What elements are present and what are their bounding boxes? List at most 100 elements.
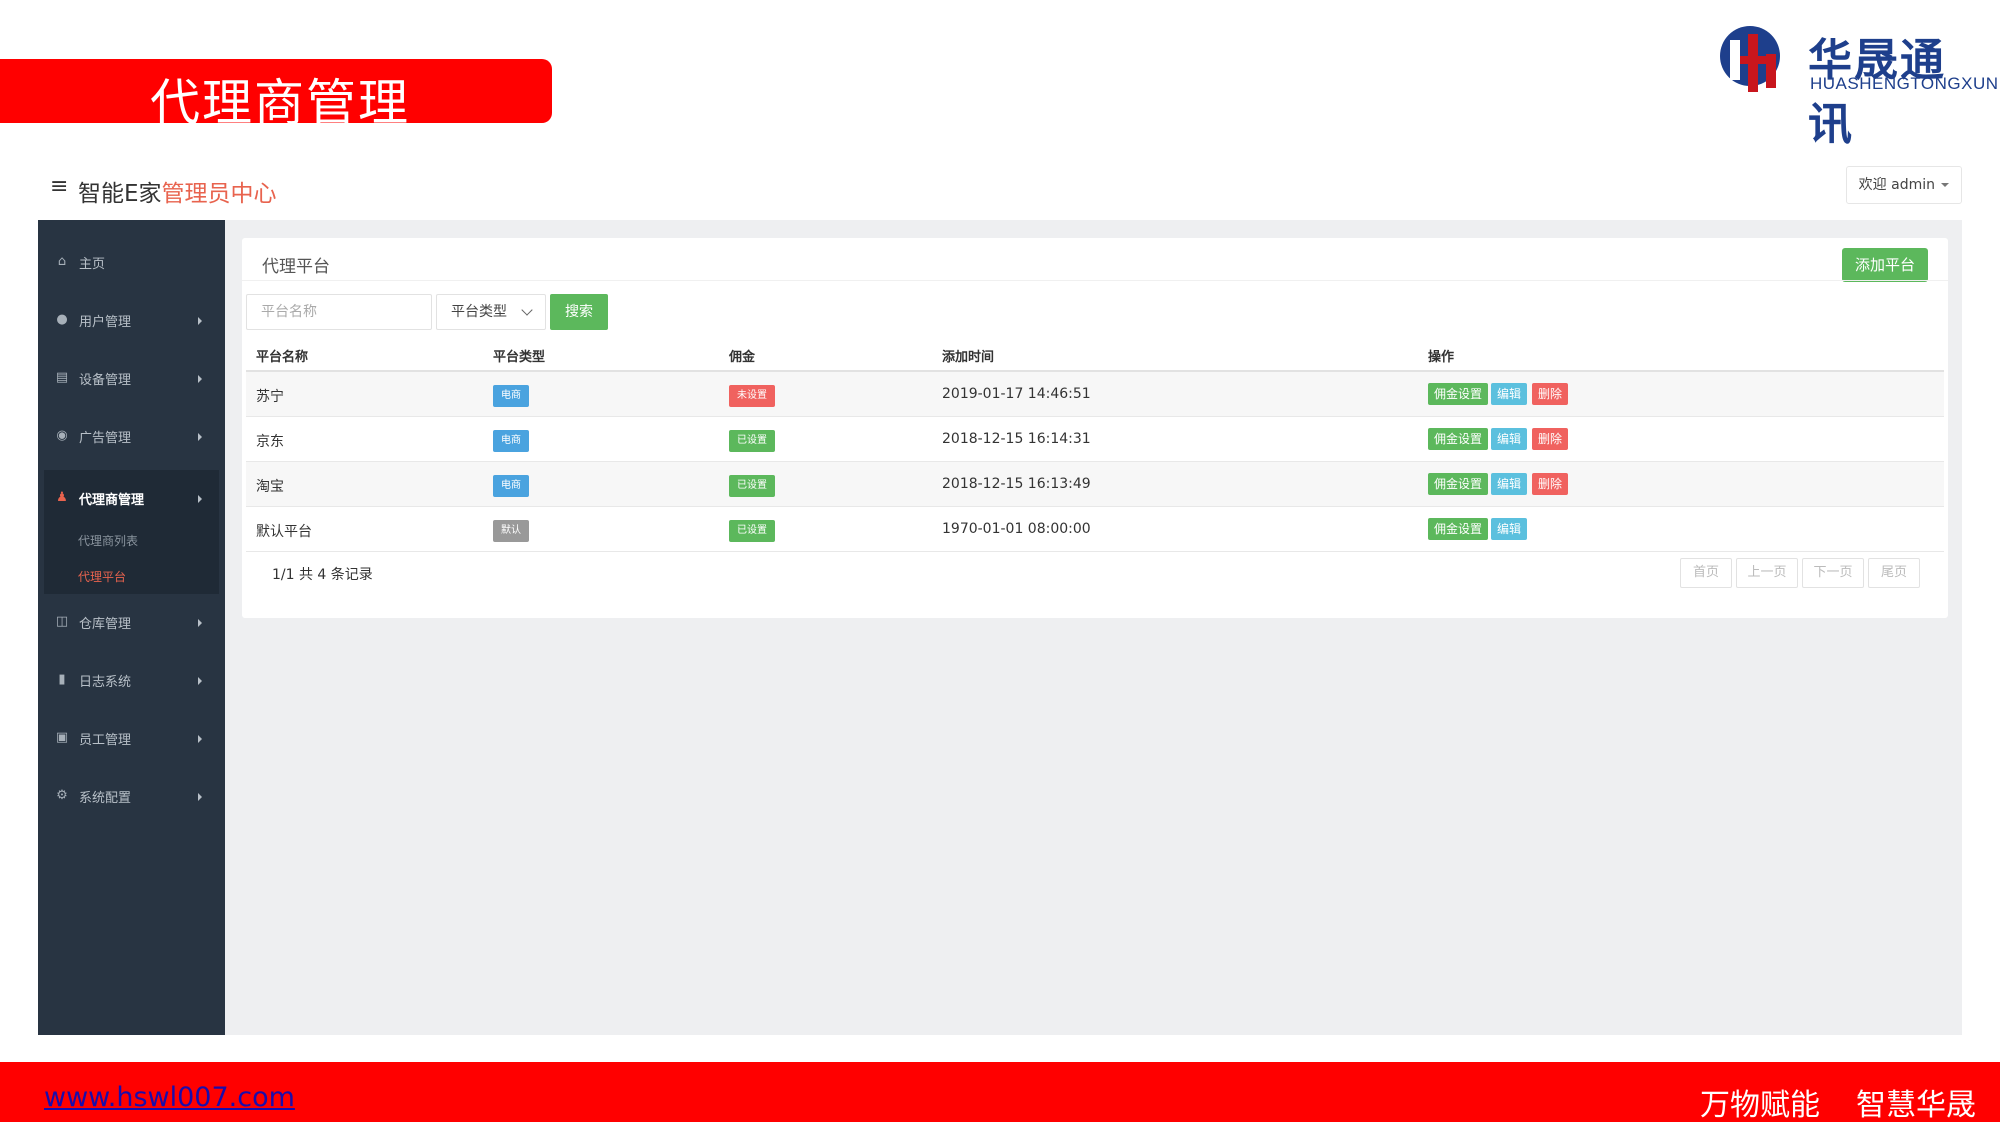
commission-settings-button[interactable]: 佣金设置: [1428, 428, 1489, 450]
platform-type-badge: 电商: [493, 385, 529, 407]
platform-name: 苏宁: [256, 389, 284, 405]
brand-main: 智能E家: [78, 181, 162, 207]
chevron-right-icon: [198, 619, 202, 627]
sidebar-item-warehouse[interactable]: ◫ 仓库管理: [38, 594, 225, 652]
device-icon: ▤: [55, 370, 69, 385]
chevron-right-icon: [198, 375, 202, 383]
platform-name: 京东: [256, 434, 284, 450]
platform-table: 平台名称 平台类型 佣金 添加时间 操作 苏宁 电商 未设置 2019-01-1…: [246, 338, 1944, 552]
sidebar-item-devices[interactable]: ▤ 设备管理: [38, 350, 225, 408]
commission-status-badge: 未设置: [729, 385, 775, 407]
user-label: 欢迎 admin: [1858, 177, 1935, 193]
record-count: 1/1 共 4 条记录: [272, 567, 373, 583]
platform-type-badge: 默认: [493, 520, 529, 542]
sidebar-item-label: 仓库管理: [79, 617, 132, 632]
slide-title-banner: 代理商管理: [0, 59, 552, 132]
delete-button[interactable]: 删除: [1532, 383, 1569, 405]
sidebar-item-staff[interactable]: ▣ 员工管理: [38, 710, 225, 768]
chevron-right-icon: [198, 677, 202, 685]
chevron-down-icon: [521, 304, 533, 316]
caret-down-icon: [1941, 183, 1949, 187]
sidebar-item-ads[interactable]: ◉ 广告管理: [38, 408, 225, 466]
id-card-icon: ▣: [55, 730, 69, 745]
add-platform-button[interactable]: 添加平台: [1842, 248, 1928, 282]
sidebar: ⌂ 主页 ● 用户管理 ▤ 设备管理 ◉ 广告管理 ♟ 代理商管理 代理商列表 …: [38, 220, 225, 1035]
dashboard-icon: ◉: [56, 428, 68, 443]
gear-icon: ⚙: [56, 788, 68, 803]
sidebar-item-label: 日志系统: [79, 675, 132, 690]
next-page-button[interactable]: 下一页: [1802, 558, 1864, 588]
sidebar-item-settings[interactable]: ⚙ 系统配置: [38, 768, 225, 826]
sidebar-item-users[interactable]: ● 用户管理: [38, 292, 225, 350]
sidebar-item-logs[interactable]: ▮ 日志系统: [38, 652, 225, 710]
edit-button[interactable]: 编辑: [1491, 518, 1528, 540]
sidebar-item-label: 系统配置: [79, 791, 132, 806]
added-time: 2018-12-15 16:13:49: [942, 476, 1091, 492]
users-icon: ♟: [56, 490, 68, 505]
slogan-right: 智慧华晟: [1856, 1088, 1976, 1123]
table-row: 淘宝 电商 已设置 2018-12-15 16:13:49 佣金设置 编辑 删除: [246, 462, 1944, 507]
menu-toggle-icon[interactable]: ≡: [50, 174, 68, 199]
sidebar-item-label: 代理商管理: [79, 493, 145, 508]
added-time: 1970-01-01 08:00:00: [942, 521, 1091, 537]
edit-button[interactable]: 编辑: [1491, 473, 1528, 495]
column-header-commission: 佣金: [729, 350, 756, 365]
column-header-type: 平台类型: [493, 350, 546, 365]
platform-name: 默认平台: [256, 524, 312, 540]
chevron-right-icon: [198, 317, 202, 325]
prev-page-button[interactable]: 上一页: [1736, 558, 1798, 588]
edit-button[interactable]: 编辑: [1491, 428, 1528, 450]
brand-accent: 管理员中心: [161, 181, 277, 207]
column-header-name: 平台名称: [256, 350, 309, 365]
home-icon: ⌂: [57, 254, 67, 269]
platform-type-badge: 电商: [493, 430, 529, 452]
panel-title: 代理平台: [262, 257, 330, 277]
sidebar-item-label: 广告管理: [79, 431, 132, 446]
columns-icon: ◫: [55, 614, 69, 629]
logo-english-text: HUASHENGTONGXUN: [1810, 74, 1999, 93]
table-footer: 1/1 共 4 条记录 首页 上一页 下一页 尾页: [246, 554, 1944, 594]
sidebar-item-label: 员工管理: [79, 733, 132, 748]
sidebar-subitem-agent-platform[interactable]: 代理平台: [78, 568, 126, 585]
chevron-right-icon: [198, 793, 202, 801]
sidebar-subitem-agent-list[interactable]: 代理商列表: [78, 532, 138, 549]
website-link[interactable]: www.hswl007.com: [44, 1082, 295, 1113]
sidebar-item-label: 设备管理: [79, 373, 132, 388]
bottom-banner: www.hswl007.com 万物赋能 智慧华晟: [0, 1062, 2000, 1125]
delete-button[interactable]: 删除: [1532, 428, 1569, 450]
app-header: ≡ 智能E家管理员中心 欢迎 admin: [38, 160, 1962, 220]
chevron-right-icon: [198, 735, 202, 743]
sidebar-item-label: 用户管理: [79, 315, 132, 330]
panel-divider: [242, 280, 1948, 281]
edit-button[interactable]: 编辑: [1491, 383, 1528, 405]
added-time: 2018-12-15 16:14:31: [942, 431, 1091, 447]
commission-settings-button[interactable]: 佣金设置: [1428, 473, 1489, 495]
platform-type-select[interactable]: 平台类型: [436, 294, 546, 330]
delete-button[interactable]: 删除: [1532, 473, 1569, 495]
logo-mark-icon: [1720, 26, 1780, 92]
commission-settings-button[interactable]: 佣金设置: [1428, 518, 1489, 540]
sidebar-item-home[interactable]: ⌂ 主页: [38, 234, 225, 292]
last-page-button[interactable]: 尾页: [1868, 558, 1920, 588]
search-button[interactable]: 搜索: [550, 294, 608, 330]
chevron-right-icon: [198, 433, 202, 441]
brand-title: 智能E家管理员中心: [78, 174, 277, 208]
platform-name: 淘宝: [256, 479, 284, 495]
platform-panel: 代理平台 添加平台 平台名称 平台类型 搜索 平台名称 平台类型 佣金 添加时间…: [242, 238, 1948, 618]
user-icon: ●: [56, 312, 68, 327]
sidebar-item-agents[interactable]: ♟ 代理商管理: [38, 470, 225, 528]
book-icon: ▮: [58, 672, 66, 687]
commission-status-badge: 已设置: [729, 430, 775, 452]
platform-type-select-label: 平台类型: [451, 304, 507, 320]
first-page-button[interactable]: 首页: [1680, 558, 1732, 588]
added-time: 2019-01-17 14:46:51: [942, 386, 1091, 402]
platform-name-input[interactable]: 平台名称: [246, 294, 432, 330]
user-dropdown[interactable]: 欢迎 admin: [1845, 166, 1962, 204]
column-header-time: 添加时间: [942, 350, 995, 365]
sidebar-group-agents: ♟ 代理商管理 代理商列表 代理平台: [44, 470, 219, 594]
table-header: 平台名称 平台类型 佣金 添加时间 操作: [246, 338, 1944, 372]
table-row: 默认平台 默认 已设置 1970-01-01 08:00:00 佣金设置 编辑: [246, 507, 1944, 552]
table-row: 苏宁 电商 未设置 2019-01-17 14:46:51 佣金设置 编辑 删除: [246, 372, 1944, 417]
commission-status-badge: 已设置: [729, 475, 775, 497]
commission-settings-button[interactable]: 佣金设置: [1428, 383, 1489, 405]
